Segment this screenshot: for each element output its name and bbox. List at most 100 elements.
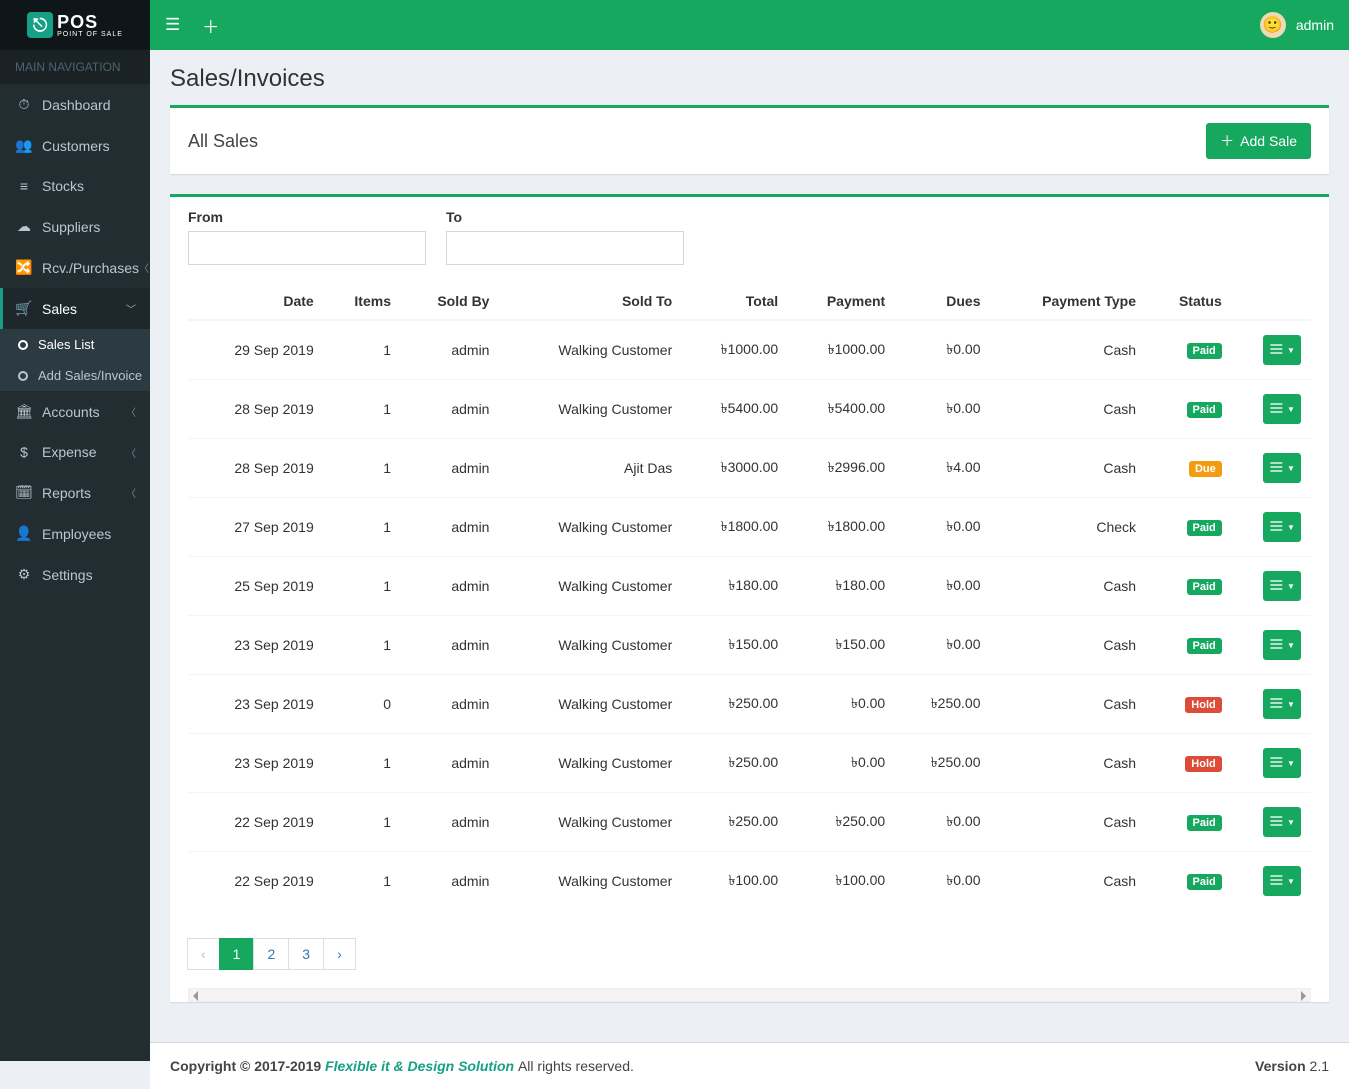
row-actions-button[interactable]: ▼ <box>1263 866 1301 896</box>
nav-item-stocks[interactable]: ≡Stocks <box>0 166 150 206</box>
nav-item-expense[interactable]: $Expense〈 <box>0 432 150 472</box>
cell: ৳180.00 <box>682 557 788 616</box>
row-actions-button[interactable]: ▼ <box>1263 453 1301 483</box>
col-payment: Payment <box>788 283 895 320</box>
cell: Cash <box>991 439 1147 498</box>
brand-logo[interactable]: ⎋ POS POINT OF SALE <box>0 0 150 50</box>
row-actions-button[interactable]: ▼ <box>1263 335 1301 365</box>
nav-section-header: MAIN NAVIGATION <box>0 50 150 84</box>
col-actions <box>1232 283 1311 320</box>
quick-add-icon[interactable]: ＋ <box>202 13 219 38</box>
nav-item-dashboard[interactable]: ⏱ Dashboard <box>0 84 150 125</box>
page-3[interactable]: 3 <box>288 938 324 970</box>
status-badge: Paid <box>1187 520 1222 536</box>
nav-item-customers[interactable]: 👥Customers <box>0 125 150 166</box>
nav-item-rcv-purchases[interactable]: 🔀Rcv./Purchases〈 <box>0 247 150 288</box>
cell: ৳3000.00 <box>682 439 788 498</box>
cell: Cash <box>991 793 1147 852</box>
nav-sub-sales-list[interactable]: Sales List <box>0 329 150 360</box>
user-menu[interactable]: 🙂 admin <box>1260 12 1334 38</box>
list-icon <box>1269 401 1285 417</box>
nav-label: Dashboard <box>42 97 111 113</box>
cell: admin <box>401 320 499 380</box>
cell: ৳250.00 <box>682 675 788 734</box>
cell: Walking Customer <box>499 852 682 911</box>
cell: Check <box>991 498 1147 557</box>
status-cell: Paid <box>1146 320 1232 380</box>
cell: admin <box>401 557 499 616</box>
row-actions-button[interactable]: ▼ <box>1263 748 1301 778</box>
row-actions-button[interactable]: ▼ <box>1263 512 1301 542</box>
from-date-input[interactable] <box>188 231 426 265</box>
horizontal-scrollbar[interactable] <box>188 988 1311 1002</box>
status-cell: Paid <box>1146 793 1232 852</box>
nav-item-reports[interactable]: 🗓Reports〈 <box>0 472 150 513</box>
nav-item-employees[interactable]: 👤Employees <box>0 513 150 554</box>
status-badge: Due <box>1189 461 1222 477</box>
caret-down-icon: ▼ <box>1287 582 1295 591</box>
cell: 1 <box>324 439 401 498</box>
nav-label: Stocks <box>42 178 84 194</box>
nav-sub-add-sales-invoice[interactable]: Add Sales/Invoice <box>0 360 150 391</box>
rcv-purchases-icon: 🔀 <box>14 259 34 276</box>
caret-down-icon: ▼ <box>1287 464 1295 473</box>
nav-label: Reports <box>42 485 91 501</box>
sales-list-box: From To DateItemsSold BySold ToTotalPaym… <box>170 194 1329 1002</box>
nav-label: Sales <box>42 301 77 317</box>
cell: ৳0.00 <box>895 557 990 616</box>
cell: Walking Customer <box>499 498 682 557</box>
nav-item-accounts[interactable]: 🏛Accounts〈 <box>0 391 150 432</box>
cell: ৳1000.00 <box>788 320 895 380</box>
col-date: Date <box>188 283 324 320</box>
page-2[interactable]: 2 <box>253 938 289 970</box>
caret-down-icon: ▼ <box>1287 523 1295 532</box>
row-actions-button[interactable]: ▼ <box>1263 630 1301 660</box>
add-sale-button[interactable]: ＋ Add Sale <box>1206 123 1311 159</box>
row-actions-button[interactable]: ▼ <box>1263 689 1301 719</box>
col-payment-type: Payment Type <box>991 283 1147 320</box>
cell: ৳2996.00 <box>788 439 895 498</box>
cell: ৳5400.00 <box>682 380 788 439</box>
row-actions-button[interactable]: ▼ <box>1263 807 1301 837</box>
cell: Walking Customer <box>499 380 682 439</box>
status-cell: Paid <box>1146 852 1232 911</box>
cell: ৳0.00 <box>895 498 990 557</box>
customers-icon: 👥 <box>14 137 34 154</box>
dashboard-icon: ⏱ <box>14 96 34 113</box>
status-cell: Paid <box>1146 380 1232 439</box>
page-1[interactable]: 1 <box>219 938 255 970</box>
row-actions-button[interactable]: ▼ <box>1263 394 1301 424</box>
to-date-input[interactable] <box>446 231 684 265</box>
actions-cell: ▼ <box>1232 616 1311 675</box>
cell: ৳0.00 <box>895 320 990 380</box>
table-row: 22 Sep 20191adminWalking Customer৳250.00… <box>188 793 1311 852</box>
footer-copyright: Copyright © 2017-2019 <box>170 1058 321 1074</box>
row-actions-button[interactable]: ▼ <box>1263 571 1301 601</box>
caret-down-icon: ▼ <box>1287 641 1295 650</box>
nav-item-settings[interactable]: ⚙Settings <box>0 554 150 595</box>
chevron-icon: 〈 <box>126 404 136 419</box>
cell: ৳250.00 <box>682 734 788 793</box>
cell: 1 <box>324 734 401 793</box>
sidebar-toggle-icon[interactable]: ☰ <box>165 15 180 35</box>
table-row: 28 Sep 20191adminWalking Customer৳5400.0… <box>188 380 1311 439</box>
cell: 22 Sep 2019 <box>188 793 324 852</box>
pagination: ‹123› <box>170 920 1329 988</box>
page-next[interactable]: › <box>323 938 356 970</box>
cell: 1 <box>324 616 401 675</box>
status-cell: Hold <box>1146 734 1232 793</box>
nav-item-suppliers[interactable]: ☁Suppliers <box>0 206 150 247</box>
table-row: 27 Sep 20191adminWalking Customer৳1800.0… <box>188 498 1311 557</box>
cell: ৳0.00 <box>788 675 895 734</box>
actions-cell: ▼ <box>1232 675 1311 734</box>
caret-down-icon: ▼ <box>1287 759 1295 768</box>
employees-icon: 👤 <box>14 525 34 542</box>
list-icon <box>1269 696 1285 712</box>
status-badge: Paid <box>1187 815 1222 831</box>
circle-icon <box>18 340 28 350</box>
list-icon <box>1269 342 1285 358</box>
nav-item-sales[interactable]: 🛒Sales﹀ <box>0 288 150 329</box>
accounts-icon: 🏛 <box>14 403 34 420</box>
cell: Walking Customer <box>499 557 682 616</box>
footer-brand[interactable]: Flexible it & Design Solution <box>325 1058 514 1074</box>
